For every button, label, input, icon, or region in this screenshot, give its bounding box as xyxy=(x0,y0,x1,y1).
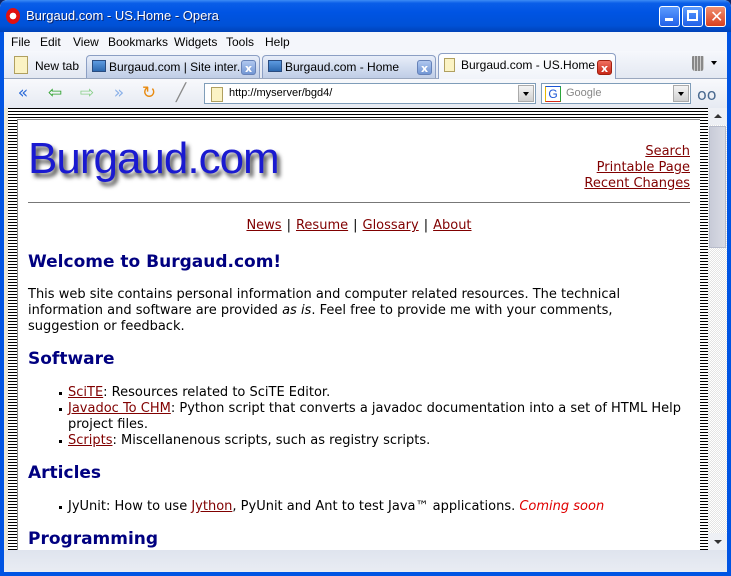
tab-us-home[interactable]: Burgaud.com - US.Home x xyxy=(438,53,616,79)
welcome-heading: Welcome to Burgaud.com! xyxy=(28,252,282,272)
programming-heading: Programming xyxy=(28,529,159,549)
nav-resume[interactable]: Resume xyxy=(296,218,348,233)
address-dropdown-button[interactable] xyxy=(518,85,534,102)
menu-tools[interactable]: Tools xyxy=(226,35,254,49)
nav-about[interactable]: About xyxy=(433,218,471,233)
nav-separator: | xyxy=(423,218,429,233)
search-link[interactable]: Search xyxy=(645,144,690,159)
item-text: : Miscellanenous scripts, such as regist… xyxy=(112,433,431,448)
minimize-button[interactable] xyxy=(659,6,680,27)
list-item: Scripts: Miscellanenous scripts, such as… xyxy=(59,433,688,449)
tab-bar: New tab Burgaud.com | Site inter... x Bu… xyxy=(4,51,727,79)
search-dropdown-button[interactable] xyxy=(673,85,689,102)
menu-help[interactable]: Help xyxy=(265,35,290,49)
javadoc-to-chm-link[interactable]: Javadoc To CHM xyxy=(68,401,171,416)
item-text: , PyUnit and Ant to test Java™ applicati… xyxy=(232,499,520,514)
nav-news[interactable]: News xyxy=(246,218,281,233)
tab-home[interactable]: Burgaud.com - Home x xyxy=(262,55,436,78)
menu-widgets[interactable]: Widgets xyxy=(174,35,217,49)
search-field[interactable]: G Google xyxy=(541,83,691,104)
menu-bookmarks[interactable]: Bookmarks xyxy=(108,35,168,49)
scroll-down-button[interactable] xyxy=(708,533,727,550)
window-frame-left xyxy=(0,32,4,576)
navigation-toolbar: « ⇦ ⇨ » ↻ ╱ http://myserver/bgd4/ G Goog… xyxy=(4,79,727,108)
monitor-icon xyxy=(92,60,106,72)
page-icon xyxy=(211,87,223,102)
nav-separator: | xyxy=(353,218,358,233)
tab-site-inter[interactable]: Burgaud.com | Site inter... x xyxy=(86,55,260,78)
articles-heading: Articles xyxy=(28,463,102,483)
item-text: JyUnit: How to use xyxy=(68,499,192,514)
glasses-icon[interactable]: oo xyxy=(697,85,717,104)
recent-changes-link[interactable]: Recent Changes xyxy=(584,176,690,191)
tab-label: Burgaud.com - Home xyxy=(285,60,400,74)
menu-bar: File Edit View Bookmarks Widgets Tools H… xyxy=(4,32,727,51)
coming-soon-label: Coming soon xyxy=(519,499,605,514)
top-links: Search Printable Page Recent Changes xyxy=(584,144,690,192)
maximize-icon xyxy=(687,10,698,21)
trash-icon[interactable] xyxy=(692,56,704,71)
reload-icon[interactable]: ↻ xyxy=(138,84,160,102)
jython-link[interactable]: Jython xyxy=(191,499,232,514)
close-icon: ✕ xyxy=(710,7,724,26)
header-divider xyxy=(28,202,690,203)
nav-separator: | xyxy=(286,218,291,233)
minimize-icon xyxy=(665,18,673,21)
scite-link[interactable]: SciTE xyxy=(68,385,103,400)
browser-window: Burgaud.com - US.Home - Opera ✕ File Edi… xyxy=(0,0,731,576)
vertical-scrollbar[interactable] xyxy=(708,108,727,550)
menu-view[interactable]: View xyxy=(73,35,99,49)
intro-paragraph: This web site contains personal informat… xyxy=(28,287,648,335)
address-text: http://myserver/bgd4/ xyxy=(229,87,333,99)
chevron-down-icon[interactable] xyxy=(711,61,717,65)
search-placeholder: Google xyxy=(566,87,602,99)
window-title: Burgaud.com - US.Home - Opera xyxy=(26,8,219,23)
tab-label: Burgaud.com - US.Home xyxy=(461,58,596,72)
web-page: Burgaud.com Search Printable Page Recent… xyxy=(17,119,700,550)
address-field[interactable]: http://myserver/bgd4/ xyxy=(204,83,536,104)
window-frame-right xyxy=(727,32,731,576)
scripts-link[interactable]: Scripts xyxy=(68,433,112,448)
title-bar: Burgaud.com - US.Home - Opera ✕ xyxy=(0,0,731,32)
list-item: Javadoc To CHM: Python script that conve… xyxy=(59,401,688,433)
status-bar xyxy=(4,550,727,572)
forward-icon[interactable]: ⇨ xyxy=(76,84,98,102)
list-item: SciTE: Resources related to SciTE Editor… xyxy=(59,385,688,401)
maximize-button[interactable] xyxy=(682,6,703,27)
site-nav: News | Resume | Glossary | About xyxy=(18,218,700,233)
google-icon[interactable]: G xyxy=(545,86,561,102)
window-frame-bottom xyxy=(0,572,731,576)
new-page-icon xyxy=(14,56,28,74)
content-viewport: Burgaud.com Search Printable Page Recent… xyxy=(8,108,727,550)
scrollbar-thumb[interactable] xyxy=(709,126,726,248)
close-tab-icon[interactable]: x xyxy=(241,60,256,75)
software-heading: Software xyxy=(28,349,115,369)
item-text: : Resources related to SciTE Editor. xyxy=(103,385,331,400)
nav-glossary[interactable]: Glossary xyxy=(363,218,419,233)
articles-list: JyUnit: How to use Jython, PyUnit and An… xyxy=(28,499,688,515)
rewind-icon[interactable]: « xyxy=(12,84,34,102)
menu-edit[interactable]: Edit xyxy=(40,35,61,49)
page-icon xyxy=(444,58,455,72)
menu-file[interactable]: File xyxy=(11,35,30,49)
software-list: SciTE: Resources related to SciTE Editor… xyxy=(28,385,688,449)
list-item: JyUnit: How to use Jython, PyUnit and An… xyxy=(59,499,688,515)
close-window-button[interactable]: ✕ xyxy=(705,6,726,27)
edit-pen-icon[interactable]: ╱ xyxy=(170,84,192,102)
printable-page-link[interactable]: Printable Page xyxy=(597,160,690,175)
close-tab-icon[interactable]: x xyxy=(417,60,432,75)
opera-logo-icon xyxy=(6,8,20,24)
intro-emphasis: as is xyxy=(282,303,312,318)
monitor-icon xyxy=(268,60,282,72)
back-icon[interactable]: ⇦ xyxy=(44,84,66,102)
new-tab-label: New tab xyxy=(35,59,80,73)
fast-forward-icon[interactable]: » xyxy=(108,84,130,102)
scroll-up-button[interactable] xyxy=(708,108,727,125)
site-logo: Burgaud.com xyxy=(28,134,280,183)
tab-label: Burgaud.com | Site inter... xyxy=(109,60,247,74)
close-tab-icon[interactable]: x xyxy=(597,60,612,75)
